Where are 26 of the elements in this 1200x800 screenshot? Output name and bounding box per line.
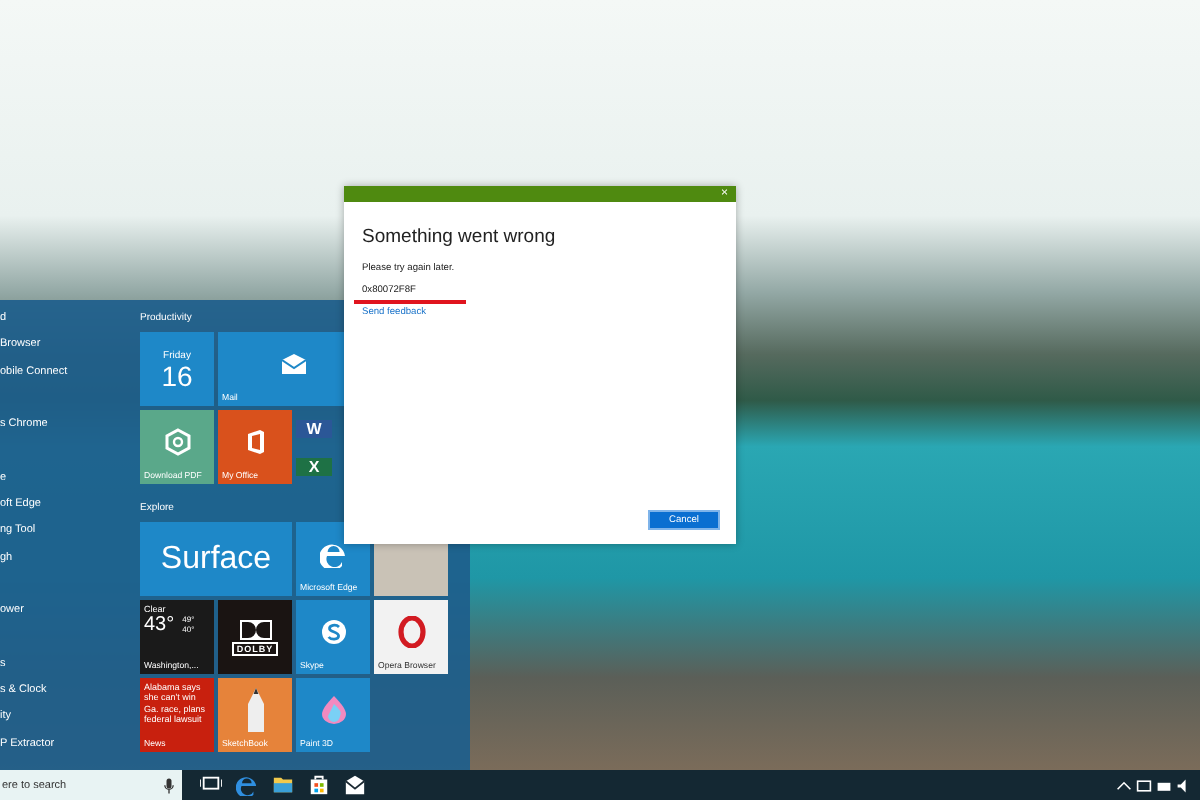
task-view-icon bbox=[199, 774, 221, 796]
envelope-icon bbox=[282, 354, 306, 374]
display-icon bbox=[1136, 777, 1152, 793]
paint-drop-icon bbox=[321, 696, 345, 724]
envelope-taskbar-button[interactable] bbox=[340, 770, 368, 800]
chevron-up-icon bbox=[1116, 777, 1132, 793]
annotation-underline bbox=[354, 300, 466, 304]
speaker-icon bbox=[1176, 777, 1192, 793]
temperature: 43° bbox=[144, 614, 175, 636]
edge-logo-icon bbox=[319, 540, 347, 568]
small-tile[interactable]: W bbox=[296, 419, 332, 437]
network-icon bbox=[1156, 777, 1172, 793]
edge-icon bbox=[235, 774, 257, 796]
shopping-bag-icon bbox=[307, 774, 329, 796]
small-tile[interactable]: X bbox=[296, 457, 332, 475]
dolby-double-d-icon bbox=[239, 619, 271, 639]
skype-logo-icon bbox=[319, 618, 347, 646]
microphone-icon bbox=[164, 777, 174, 793]
pencil-icon bbox=[245, 688, 265, 732]
surface-tile[interactable]: Surface bbox=[140, 522, 292, 596]
opera-logo-icon bbox=[397, 616, 425, 648]
dialog-title: Something went wrong bbox=[362, 226, 558, 248]
office-icon bbox=[245, 430, 265, 454]
hexagon-icon bbox=[163, 428, 191, 456]
folder-icon bbox=[271, 774, 293, 796]
date-number: 16 bbox=[161, 361, 193, 389]
